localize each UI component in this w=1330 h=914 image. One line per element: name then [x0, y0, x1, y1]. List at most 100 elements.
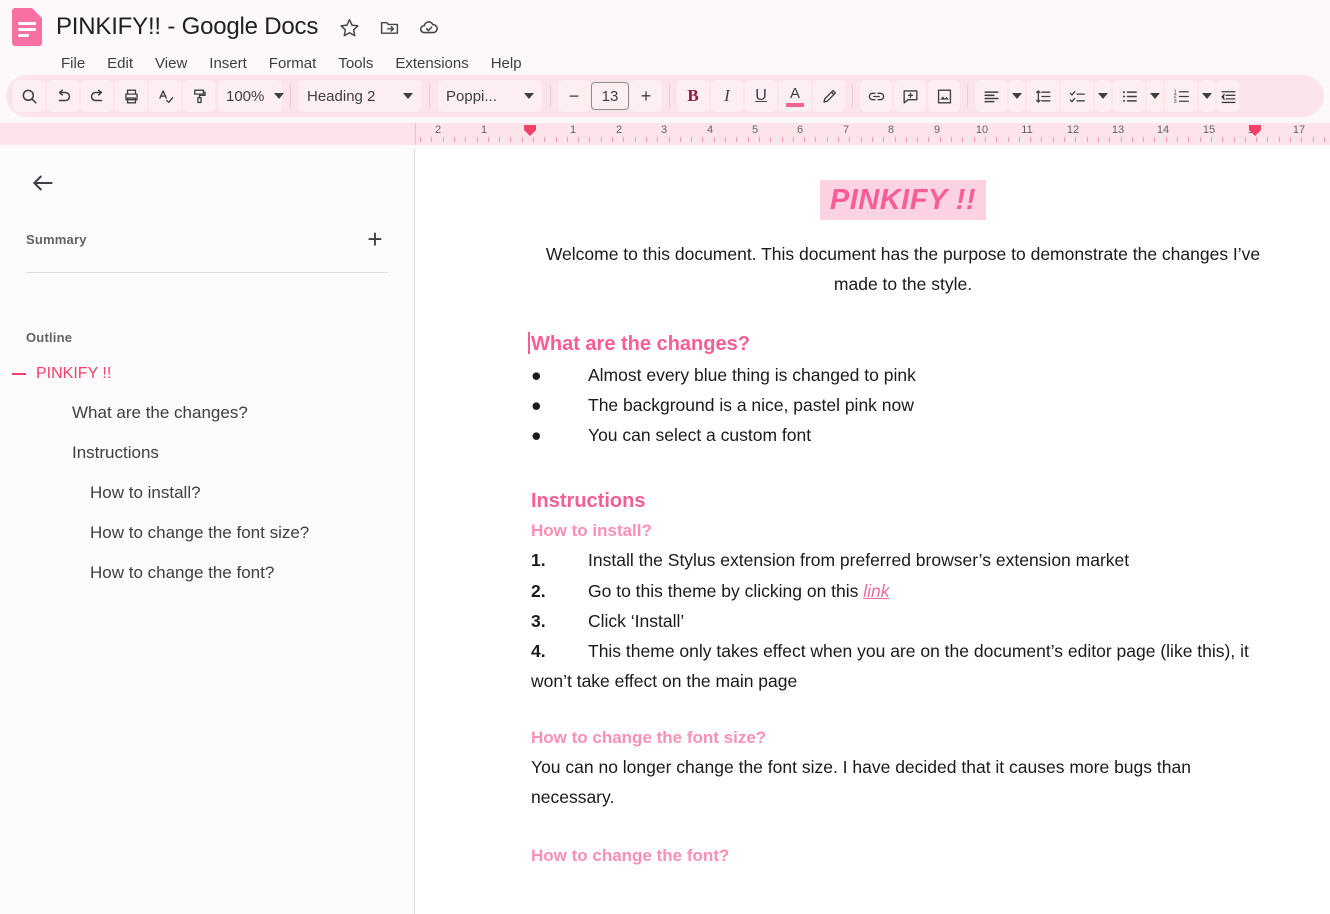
ruler-tick — [657, 137, 658, 142]
ruler-tick-label: 4 — [706, 124, 714, 136]
numbered-list-item: 1. Install the Stylus extension from pre… — [531, 545, 1275, 575]
ruler-tick — [770, 137, 771, 142]
numbered-list-dropdown-caret[interactable] — [1199, 80, 1215, 112]
outline-item-label: Instructions — [72, 443, 159, 462]
font-family-selector[interactable]: Poppi... — [438, 80, 542, 112]
sidebar-item-how-to-change-font-size[interactable]: How to change the font size? — [26, 523, 388, 543]
highlighter-pen-icon[interactable] — [813, 80, 845, 112]
ruler-tick-label: 10 — [975, 124, 989, 136]
heading-how-to-change-font: How to change the font? — [531, 846, 730, 866]
paragraph-style-selector[interactable]: Heading 2 — [299, 80, 421, 112]
menu-insert[interactable]: Insert — [198, 52, 258, 75]
list-text: Install the Stylus extension from prefer… — [588, 550, 1130, 571]
font-size-input[interactable]: 13 — [591, 82, 629, 110]
document-intro-paragraph: Welcome to this document. This document … — [545, 244, 1261, 295]
undo-icon[interactable] — [47, 80, 79, 112]
ruler-tick-label: 7 — [842, 124, 850, 136]
ruler-tick — [804, 137, 805, 142]
decrease-font-size-button[interactable]: − — [558, 80, 590, 112]
checklist-icon[interactable] — [1061, 80, 1093, 112]
paint-format-icon[interactable] — [183, 80, 215, 112]
collapse-dash-icon[interactable] — [12, 373, 26, 375]
bullet-text: The background is a nice, pastel pink no… — [588, 395, 914, 416]
summary-row: Summary + — [26, 226, 388, 252]
star-icon[interactable] — [338, 16, 360, 38]
menu-format[interactable]: Format — [258, 52, 328, 75]
ruler-tick — [838, 137, 839, 142]
heading-how-to-change-font-size: How to change the font size? — [531, 727, 767, 747]
summary-label: Summary — [26, 231, 87, 247]
toolbar: 100% Heading 2 Poppi... − 13 + B I U A 1… — [6, 75, 1324, 117]
align-dropdown-caret[interactable] — [1009, 80, 1025, 112]
cloud-saved-icon[interactable] — [418, 16, 440, 38]
title-icon-group — [338, 16, 440, 38]
text-color-button[interactable]: A — [779, 80, 811, 112]
ruler-tick — [1313, 137, 1314, 142]
text-color-swatch — [786, 102, 804, 107]
chevron-down-icon — [274, 93, 285, 99]
insert-image-icon[interactable] — [928, 80, 960, 112]
underline-button[interactable]: U — [745, 80, 777, 112]
move-to-folder-icon[interactable] — [378, 16, 400, 38]
numbered-list-icon[interactable]: 123 — [1165, 80, 1197, 112]
ruler[interactable]: 211234567891011121314151617 — [0, 123, 1330, 145]
zoom-selector[interactable]: 100% — [218, 80, 285, 112]
menu-edit[interactable]: Edit — [96, 52, 144, 75]
ruler-tick — [578, 137, 579, 142]
menu-tools[interactable]: Tools — [327, 52, 384, 75]
document-page[interactable]: PINKIFY !! Welcome to this document. Thi… — [415, 148, 1330, 914]
print-icon[interactable] — [115, 80, 147, 112]
sidebar-item-how-to-install[interactable]: How to install? — [26, 483, 388, 503]
increase-font-size-button[interactable]: + — [630, 80, 662, 112]
chevron-down-icon — [1012, 93, 1022, 99]
menu-help[interactable]: Help — [480, 52, 533, 75]
document-scroll-area[interactable]: PINKIFY !! Welcome to this document. Thi… — [415, 148, 1330, 914]
menu-extensions[interactable]: Extensions — [384, 52, 479, 75]
ruler-tick — [1188, 137, 1189, 142]
sidebar-item-what-are-the-changes[interactable]: What are the changes? — [26, 403, 388, 423]
theme-link[interactable]: link — [863, 581, 889, 601]
ruler-tick-label: 1 — [480, 124, 488, 136]
ruler-tick — [759, 137, 760, 142]
redo-icon[interactable] — [81, 80, 113, 112]
align-left-icon[interactable] — [975, 80, 1007, 112]
bullet-marker: ● — [531, 425, 542, 446]
checklist-dropdown-caret[interactable] — [1095, 80, 1111, 112]
outline-item-label: PINKIFY !! — [36, 365, 112, 382]
sidebar-item-instructions[interactable]: Instructions — [26, 443, 388, 463]
numbered-list-item: 4. This theme only takes effect when you… — [531, 636, 1275, 696]
outline-sidebar: Summary + Outline PINKIFY !! What are th… — [0, 148, 415, 914]
ruler-tick — [872, 137, 873, 142]
sidebar-item-how-to-change-font[interactable]: How to change the font? — [26, 563, 388, 583]
text-color-label: A — [789, 84, 800, 102]
bold-button[interactable]: B — [677, 80, 709, 112]
decrease-indent-icon[interactable] — [1217, 80, 1239, 112]
bulleted-list-dropdown-caret[interactable] — [1147, 80, 1163, 112]
plus-icon[interactable]: + — [362, 226, 388, 252]
ruler-tick — [646, 137, 647, 142]
ruler-tick — [431, 137, 432, 142]
chevron-down-icon — [403, 93, 413, 99]
menu-file[interactable]: File — [50, 52, 96, 75]
divider — [429, 85, 430, 107]
summary-divider — [26, 272, 388, 273]
ruler-tick — [1098, 137, 1099, 142]
sidebar-item-pinkify[interactable]: PINKIFY !! — [12, 365, 388, 383]
menu-view[interactable]: View — [144, 52, 198, 75]
ruler-tick — [1166, 137, 1167, 142]
heading-instructions: Instructions — [531, 490, 646, 513]
search-icon[interactable] — [13, 80, 45, 112]
bulleted-list-icon[interactable] — [1113, 80, 1145, 112]
left-indent-marker[interactable] — [524, 125, 536, 136]
line-spacing-icon[interactable] — [1027, 80, 1059, 112]
ruler-tick-label: 17 — [1292, 124, 1306, 136]
insert-link-icon[interactable] — [860, 80, 892, 112]
back-arrow-icon[interactable] — [26, 166, 60, 200]
heading-how-to-install: How to install? — [531, 521, 652, 541]
ruler-tick — [1008, 137, 1009, 142]
spellcheck-icon[interactable] — [149, 80, 181, 112]
chevron-down-icon — [1150, 93, 1160, 99]
add-comment-icon[interactable] — [894, 80, 926, 112]
document-title[interactable]: PINKIFY!! - Google Docs — [56, 13, 318, 41]
italic-button[interactable]: I — [711, 80, 743, 112]
